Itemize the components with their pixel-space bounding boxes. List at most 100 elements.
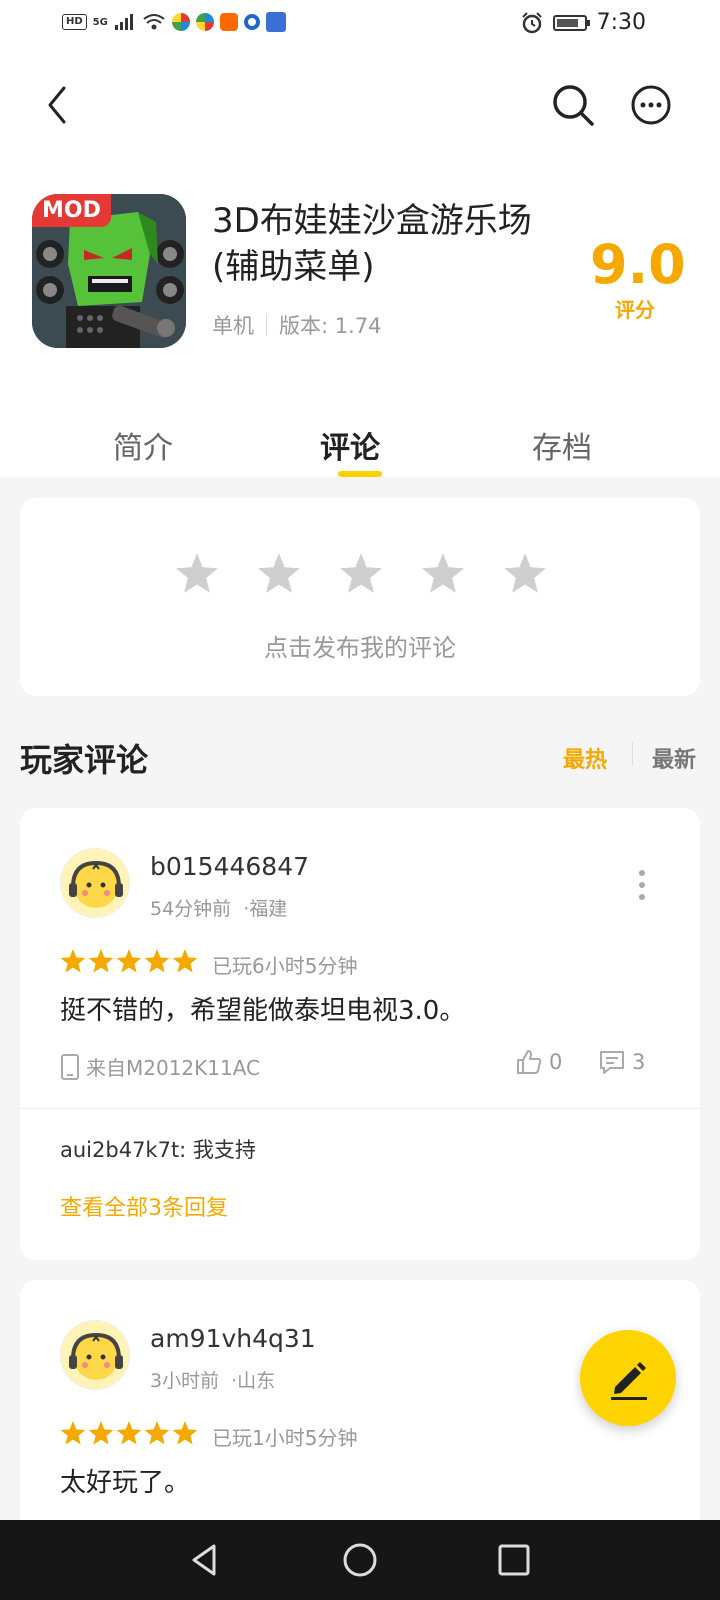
star-filled-icon bbox=[88, 949, 114, 973]
network-5g-label: 5G bbox=[92, 16, 108, 28]
circle-notification-icon bbox=[243, 14, 260, 30]
write-review-prompt[interactable]: 点击发布我的评论 bbox=[20, 628, 700, 663]
status-icons-left: HD 5G bbox=[62, 12, 286, 32]
avatar-face-icon bbox=[69, 860, 123, 908]
review-time: 3小时前 bbox=[150, 1370, 220, 1392]
nav-recents-button[interactable] bbox=[494, 1540, 534, 1580]
clock-time: 7:30 bbox=[596, 10, 646, 35]
app-title: 3D布娃娃沙盒游乐场(辅助菜单) bbox=[212, 201, 532, 287]
kebab-menu-icon bbox=[639, 870, 645, 900]
playtime-label: 已玩6小时5分钟 bbox=[212, 954, 358, 978]
sort-hot-button[interactable]: 最热 bbox=[563, 742, 607, 774]
calendar-notification-icon bbox=[265, 12, 286, 32]
nav-home-button[interactable] bbox=[340, 1540, 380, 1580]
sort-new-button[interactable]: 最新 bbox=[652, 742, 696, 774]
divider bbox=[20, 1108, 700, 1109]
battery-fill bbox=[556, 18, 578, 27]
system-navigation-bar bbox=[0, 1520, 720, 1600]
playtime-label: 已玩1小时5分钟 bbox=[212, 1426, 358, 1450]
rate-card: 点击发布我的评论 bbox=[20, 498, 700, 696]
device-info: 来自M2012K11AC bbox=[60, 1052, 260, 1081]
tab-active-indicator bbox=[338, 471, 382, 477]
wifi-icon bbox=[143, 14, 165, 30]
app-icon[interactable]: MOD bbox=[32, 194, 186, 348]
alarm-icon bbox=[521, 11, 542, 33]
app-header: MOD 3D布娃娃沙盒游乐场(辅助菜单) 单机 版本: 1.74 9.0 评分 bbox=[0, 160, 720, 385]
username[interactable]: b015446847 bbox=[150, 852, 309, 881]
review-rating bbox=[60, 1420, 198, 1446]
star-filled-icon bbox=[60, 949, 86, 973]
app-version-label: 版本: 1.74 bbox=[279, 314, 382, 338]
review-rating bbox=[60, 948, 198, 974]
avatar-face-icon bbox=[69, 1332, 123, 1380]
mod-badge: MOD bbox=[32, 194, 111, 227]
star-filled-icon bbox=[172, 1421, 198, 1445]
star-filled-icon bbox=[172, 949, 198, 973]
score-value: 9.0 bbox=[590, 233, 686, 296]
edit-pencil-icon bbox=[611, 1362, 647, 1400]
square-recents-icon bbox=[498, 1544, 530, 1576]
review-location: ·福建 bbox=[243, 898, 288, 920]
comment-button[interactable]: 3 bbox=[598, 1048, 645, 1076]
triangle-back-icon bbox=[192, 1544, 216, 1576]
hd-badge: HD bbox=[62, 14, 87, 30]
battery-icon bbox=[552, 14, 590, 31]
reviews-section-title: 玩家评论 bbox=[20, 741, 149, 779]
review-location: ·山东 bbox=[231, 1370, 276, 1392]
username[interactable]: am91vh4q31 bbox=[150, 1324, 316, 1353]
avatar[interactable] bbox=[60, 1320, 130, 1390]
app-type-label: 单机 bbox=[212, 314, 254, 338]
review-more-button[interactable] bbox=[635, 868, 649, 902]
comment-icon bbox=[600, 1051, 624, 1074]
like-button[interactable]: 0 bbox=[515, 1048, 562, 1076]
star-filled-icon bbox=[116, 1421, 142, 1445]
app-meta: 单机 版本: 1.74 bbox=[212, 310, 382, 340]
view-all-replies-link[interactable]: 查看全部3条回复 bbox=[60, 1190, 228, 1222]
comment-count: 3 bbox=[632, 1050, 646, 1074]
empty-star-icon[interactable] bbox=[257, 552, 301, 596]
review-meta: 54分钟前 ·福建 bbox=[150, 894, 287, 921]
tab-intro[interactable]: 简介 bbox=[113, 423, 173, 467]
app-notification-icon bbox=[195, 13, 214, 31]
search-button[interactable] bbox=[550, 82, 596, 128]
star-filled-icon bbox=[144, 949, 170, 973]
reply-preview[interactable]: aui2b47k7t: 我支持 bbox=[60, 1134, 256, 1164]
tab-bar: 简介 评论 存档 bbox=[0, 385, 720, 477]
tab-saves[interactable]: 存档 bbox=[532, 423, 592, 467]
device-label: 来自M2012K11AC bbox=[86, 1056, 261, 1080]
star-filled-icon bbox=[60, 1421, 86, 1445]
empty-star-icon[interactable] bbox=[421, 552, 465, 596]
empty-star-icon[interactable] bbox=[503, 552, 547, 596]
search-icon bbox=[553, 85, 594, 126]
circle-home-icon bbox=[343, 1543, 377, 1577]
app-score: 9.0 评分 bbox=[590, 233, 686, 323]
review-text: 太好玩了。 bbox=[60, 1468, 191, 1498]
empty-star-icon[interactable] bbox=[175, 552, 219, 596]
tab-reviews[interactable]: 评论 bbox=[320, 423, 380, 467]
more-icon bbox=[631, 85, 671, 125]
write-review-fab[interactable] bbox=[580, 1330, 676, 1426]
avatar[interactable] bbox=[60, 848, 130, 918]
star-filled-icon bbox=[88, 1421, 114, 1445]
like-count: 0 bbox=[549, 1050, 563, 1074]
app-notification-icon bbox=[171, 13, 190, 31]
review-time: 54分钟前 bbox=[150, 898, 232, 920]
status-icons-right: 7:30 bbox=[521, 10, 646, 35]
status-bar: HD 5G 7:30 bbox=[0, 0, 720, 50]
signal-icon bbox=[114, 14, 133, 30]
thumbs-up-icon bbox=[517, 1050, 542, 1074]
score-label: 评分 bbox=[615, 298, 655, 322]
taobao-notification-icon bbox=[219, 13, 238, 31]
star-filled-icon bbox=[144, 1421, 170, 1445]
sort-divider bbox=[632, 742, 633, 766]
review-card: b015446847 54分钟前 ·福建 已玩6小时5分钟 挺不错的，希望能做泰… bbox=[20, 808, 700, 1260]
back-button[interactable] bbox=[38, 80, 78, 130]
nav-back-button[interactable] bbox=[186, 1540, 226, 1580]
top-navigation-bar bbox=[0, 50, 720, 160]
meta-divider bbox=[266, 314, 267, 336]
review-meta: 3小时前 ·山东 bbox=[150, 1366, 275, 1393]
empty-star-icon[interactable] bbox=[339, 552, 383, 596]
more-options-button[interactable] bbox=[630, 84, 672, 126]
phone-icon bbox=[61, 1053, 79, 1080]
back-arrow-icon bbox=[48, 86, 66, 124]
